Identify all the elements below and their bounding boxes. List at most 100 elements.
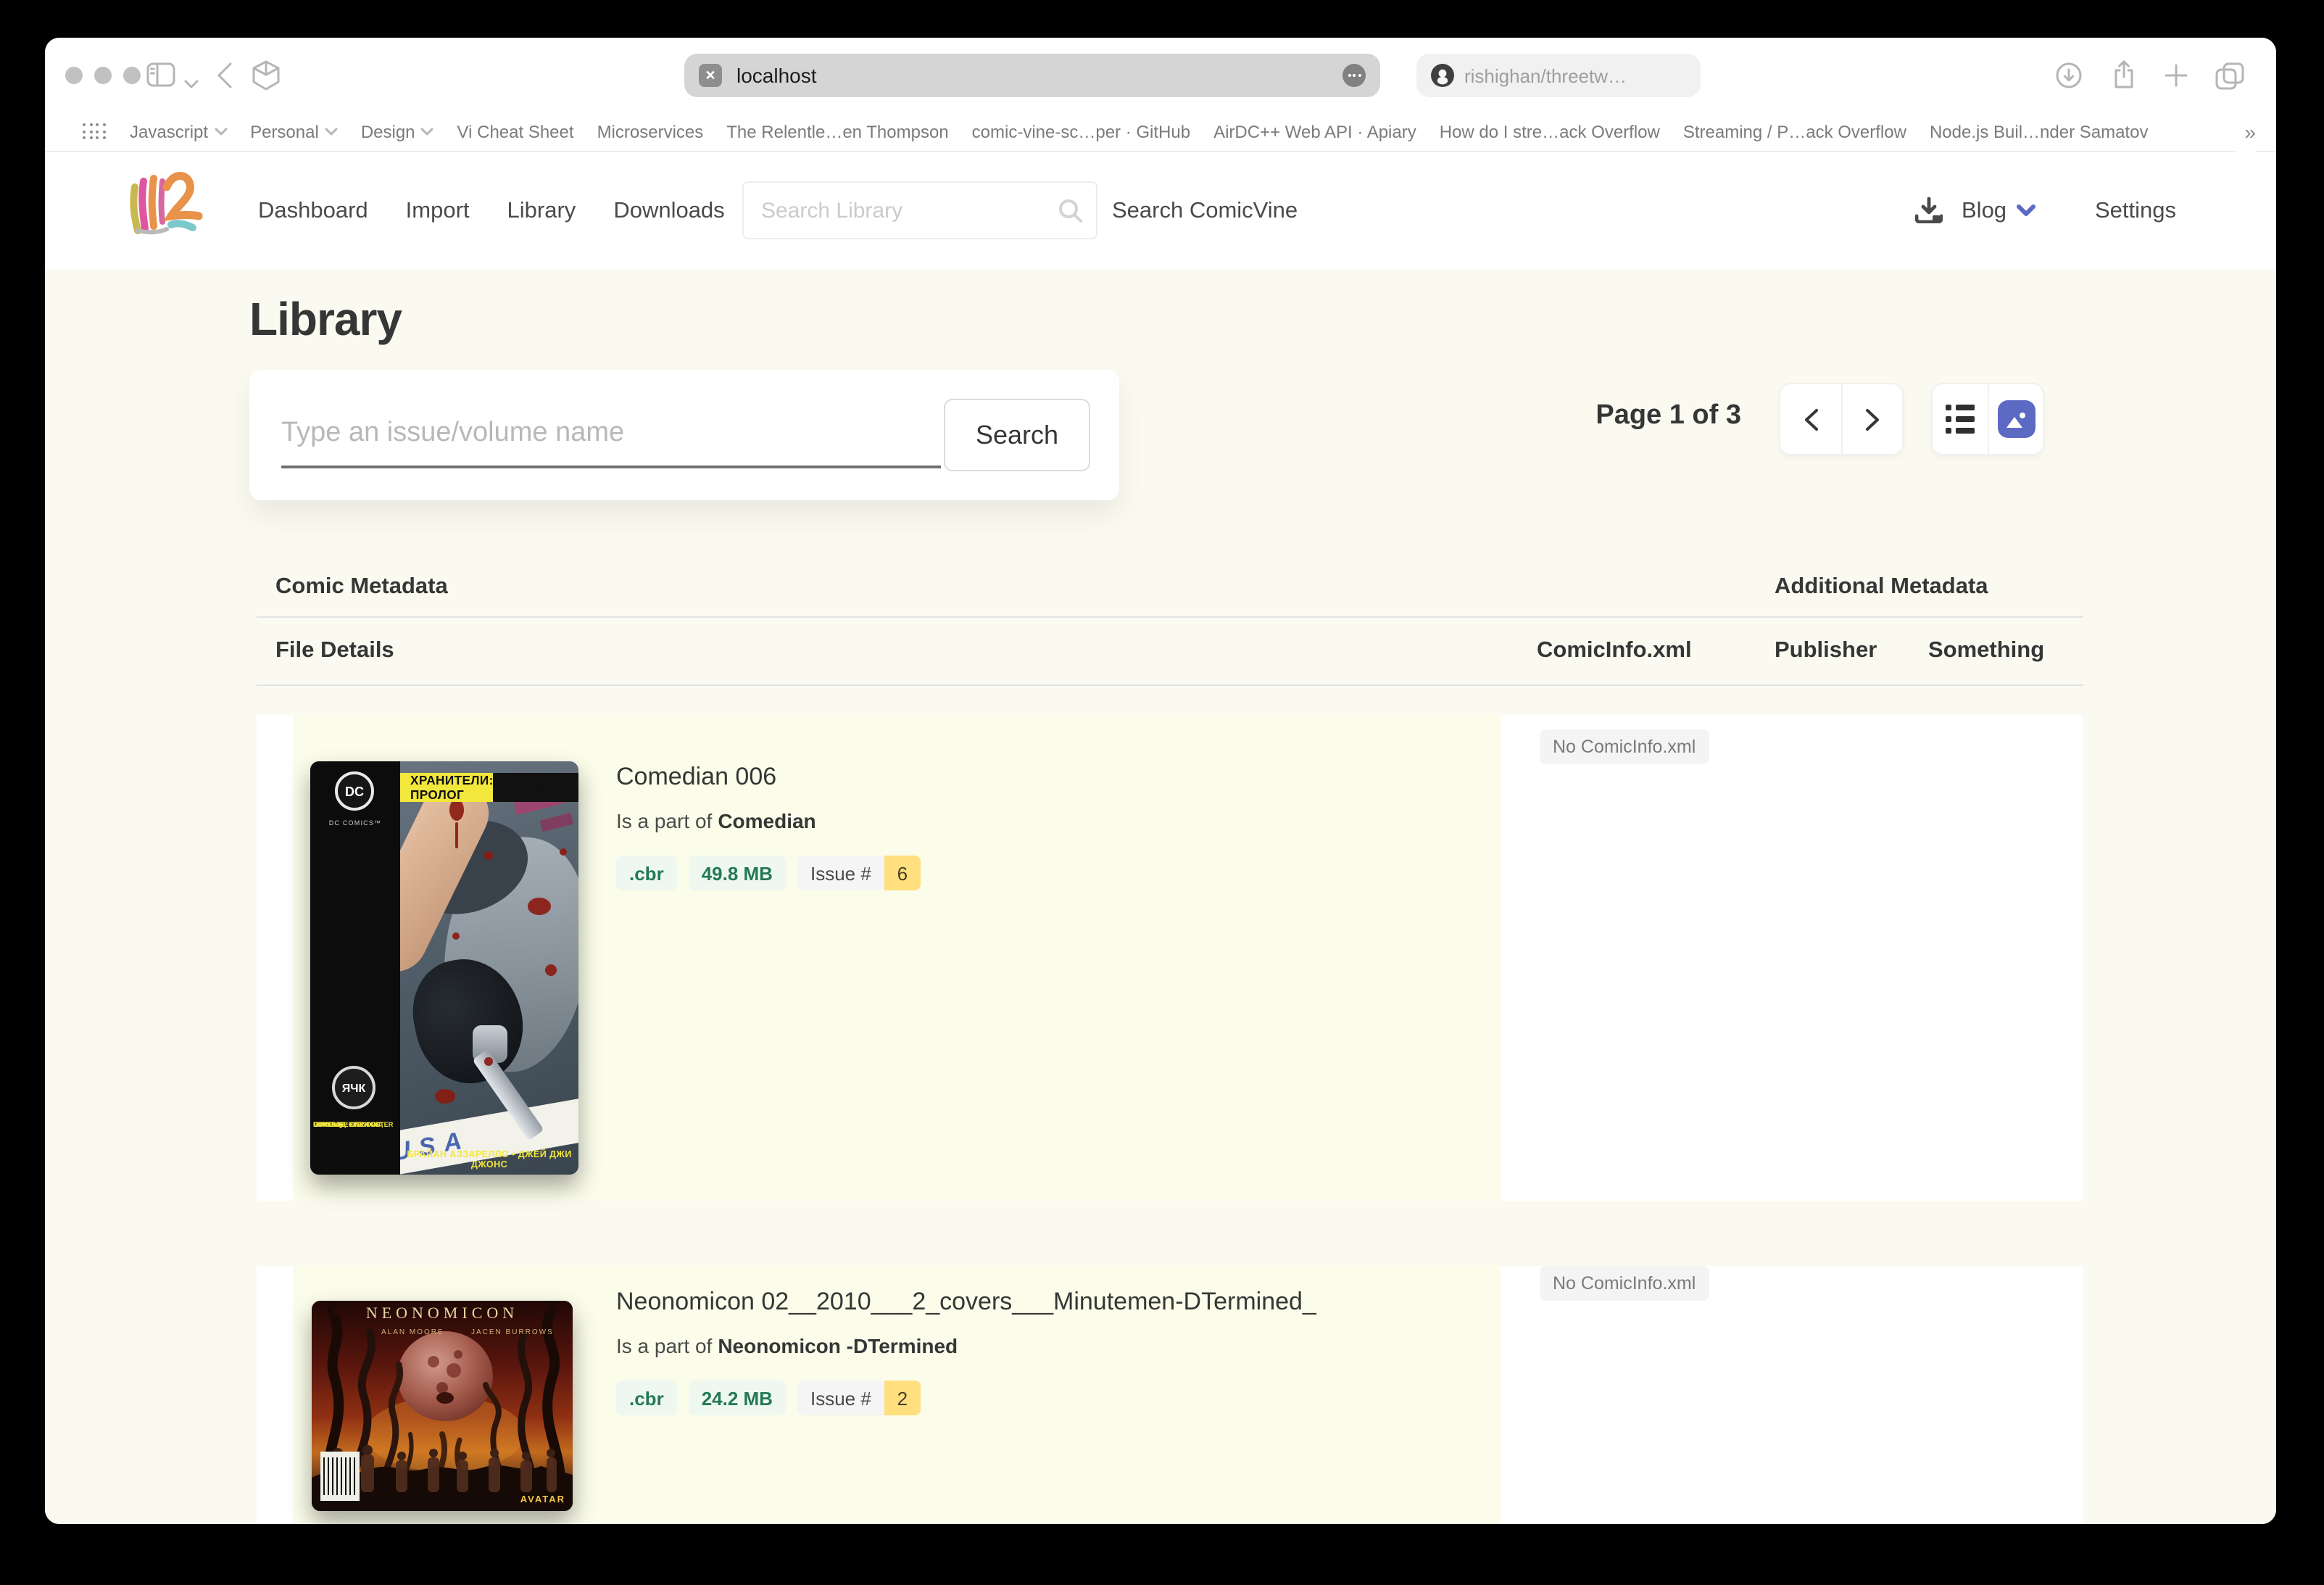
comic-title[interactable]: Neonomicon 02__2010___2_covers___Minutem…	[616, 1283, 1316, 1321]
threetwo-logo[interactable]	[123, 167, 207, 236]
bookmark-item[interactable]: How do I stre…ack Overflow	[1440, 122, 1660, 142]
art-shape	[560, 848, 567, 856]
comic-details: Neonomicon 02__2010___2_covers___Minutem…	[616, 1283, 1316, 1415]
desktop: ✕ localhost rishighan/threetw… Javascrip…	[0, 0, 2324, 1585]
bookmark-item[interactable]: AirDC++ Web API · Apiary	[1213, 122, 1416, 142]
cover-authors: БРАЙАН АЗЗАРЕЛЛО • ДЖЕЙ ДЖИ ДЖОНС	[403, 1150, 576, 1170]
library-page: Library Search Page 1 of 3 Comic Metadat…	[45, 270, 2276, 1524]
gallery-view-button[interactable]	[1988, 384, 2043, 454]
site-favicon: ✕	[699, 64, 722, 87]
downloads-icon[interactable]	[2056, 62, 2082, 96]
art-shape	[435, 1089, 455, 1104]
file-size-tag: 49.8 MB	[689, 856, 786, 890]
sidebar-icon[interactable]	[146, 62, 175, 94]
chevron-down-icon	[421, 128, 434, 136]
list-view-button[interactable]	[1933, 384, 1988, 454]
bookmark-folder-personal[interactable]: Personal	[250, 122, 338, 142]
nav-library[interactable]: Library	[507, 198, 576, 224]
search-button[interactable]: Search	[944, 399, 1090, 471]
chevron-down-icon[interactable]	[184, 71, 199, 97]
address-bar[interactable]: ✕ localhost	[684, 54, 1380, 97]
app-header: Dashboard Import Library Downloads Searc…	[45, 152, 2276, 270]
art-shape	[452, 932, 460, 940]
comic-cover-neonomicon[interactable]: NEONOMICON ALAN MOORE JACEN BURROWS AVAT…	[312, 1301, 573, 1511]
tab-github[interactable]: rishighan/threetw…	[1416, 54, 1701, 97]
bookmarks-grid-icon[interactable]	[83, 123, 107, 141]
more-options-icon[interactable]	[1342, 64, 1366, 87]
nav-settings[interactable]: Settings	[2095, 152, 2176, 270]
dc-logo: DC	[335, 771, 374, 811]
browser-toolbar: ✕ localhost rishighan/threetw… Javascrip…	[45, 38, 2276, 152]
list-icon	[1946, 405, 1975, 434]
bookmark-item[interactable]: Vi Cheat Sheet	[457, 122, 574, 142]
minimize-window-button[interactable]	[94, 67, 112, 84]
file-size-tag: 24.2 MB	[689, 1381, 786, 1415]
pagination-label: Page 1 of 3	[1553, 400, 1741, 432]
comic-title[interactable]: Comedian 006	[616, 758, 921, 796]
library-table: Comic Metadata Additional Metadata File …	[257, 558, 2083, 1524]
comic-row[interactable]: USA DC DC COMICS™ ЯЧК ПЕРЕВОД: DISCORD О…	[257, 715, 2083, 1201]
cover-issue-number: 6	[494, 773, 578, 802]
cover-title: NEONOMICON	[312, 1305, 573, 1323]
chevron-right-icon	[1864, 407, 1880, 431]
bookmark-folder-javascript[interactable]: Javascript	[130, 122, 227, 142]
cover-spine: DC DC COMICS™ ЯЧК ПЕРЕВОД: DISCORD ОФОРМ…	[310, 761, 400, 1175]
bookmarks-overflow-button[interactable]: »	[2236, 113, 2256, 152]
tab-label: rishighan/threetw…	[1464, 65, 1627, 86]
tab-overview-icon[interactable]	[2215, 62, 2244, 97]
dc-label: DC COMICS™	[310, 819, 400, 827]
bookmark-item[interactable]: Streaming / P…ack Overflow	[1683, 122, 1906, 142]
comic-details: Comedian 006 Is a part ofComedian .cbr 4…	[616, 758, 921, 890]
file-extension-tag: .cbr	[616, 1381, 677, 1415]
art-shape	[528, 898, 551, 915]
extension-cube-icon[interactable]	[251, 59, 281, 100]
table-group-headers: Comic Metadata Additional Metadata	[257, 558, 2083, 616]
group-header-additional-metadata: Additional Metadata	[1775, 558, 1988, 616]
art-shape	[545, 964, 557, 976]
nav-downloads[interactable]: Downloads	[613, 198, 724, 224]
bookmarks-bar: Javascript Personal Design Vi Cheat Shee…	[45, 113, 2276, 152]
chevron-down-icon	[2017, 204, 2035, 218]
art-shape	[455, 822, 458, 848]
prev-page-button[interactable]	[1780, 384, 1841, 454]
header-search	[742, 181, 1097, 239]
nav-blog[interactable]: Blog	[1962, 152, 2035, 270]
bookmark-item[interactable]: The Relentle…en Thompson	[726, 122, 948, 142]
download-icon[interactable]	[1915, 197, 1943, 223]
cover-author: JACEN BURROWS	[471, 1328, 554, 1337]
bookmark-folder-design[interactable]: Design	[361, 122, 434, 142]
column-comicinfo: ComicInfo.xml	[1537, 618, 1692, 684]
comic-cover-comedian[interactable]: USA DC DC COMICS™ ЯЧК ПЕРЕВОД: DISCORD О…	[310, 761, 578, 1175]
nav-search-comicvine[interactable]: Search ComicVine	[1112, 152, 1298, 270]
chevron-down-icon	[214, 128, 227, 136]
issue-number-tag: Issue # 6	[797, 856, 921, 890]
back-icon[interactable]	[216, 62, 233, 96]
new-tab-icon[interactable]	[2163, 62, 2189, 96]
issue-search-input[interactable]	[281, 402, 941, 468]
share-icon[interactable]	[2111, 59, 2137, 97]
group-header-comic-metadata: Comic Metadata	[257, 574, 448, 599]
comic-tags: .cbr 24.2 MB Issue # 2	[616, 1381, 1316, 1415]
github-icon	[1431, 64, 1454, 87]
header-search-input[interactable]	[742, 181, 1097, 239]
art-shape	[484, 851, 493, 860]
chevron-down-icon	[325, 128, 338, 136]
next-page-button[interactable]	[1841, 384, 1902, 454]
image-icon	[1997, 400, 2035, 438]
nav-import[interactable]: Import	[406, 198, 470, 224]
column-file-details: File Details	[257, 638, 394, 663]
table-column-headers: File Details ComicInfo.xml Publisher Som…	[257, 618, 2083, 684]
browser-window: ✕ localhost rishighan/threetw… Javascrip…	[45, 38, 2276, 1524]
url-text: localhost	[736, 64, 1342, 87]
bookmark-item[interactable]: comic-vine-sc…per · GitHub	[972, 122, 1190, 142]
nav-dashboard[interactable]: Dashboard	[258, 198, 368, 224]
close-window-button[interactable]	[65, 67, 83, 84]
zoom-window-button[interactable]	[123, 67, 141, 84]
cover-top-banner: ХРАНИТЕЛИ: ПРОЛОГ 6	[400, 773, 578, 802]
comic-row[interactable]: NEONOMICON ALAN MOORE JACEN BURROWS AVAT…	[257, 1266, 2083, 1524]
bookmark-item[interactable]: Node.js Buil…nder Samatov	[1930, 122, 2149, 142]
comicinfo-status-badge: No ComicInfo.xml	[1540, 1266, 1709, 1301]
file-extension-tag: .cbr	[616, 856, 677, 890]
bookmark-item[interactable]: Microservices	[597, 122, 704, 142]
art-shape	[540, 813, 574, 832]
